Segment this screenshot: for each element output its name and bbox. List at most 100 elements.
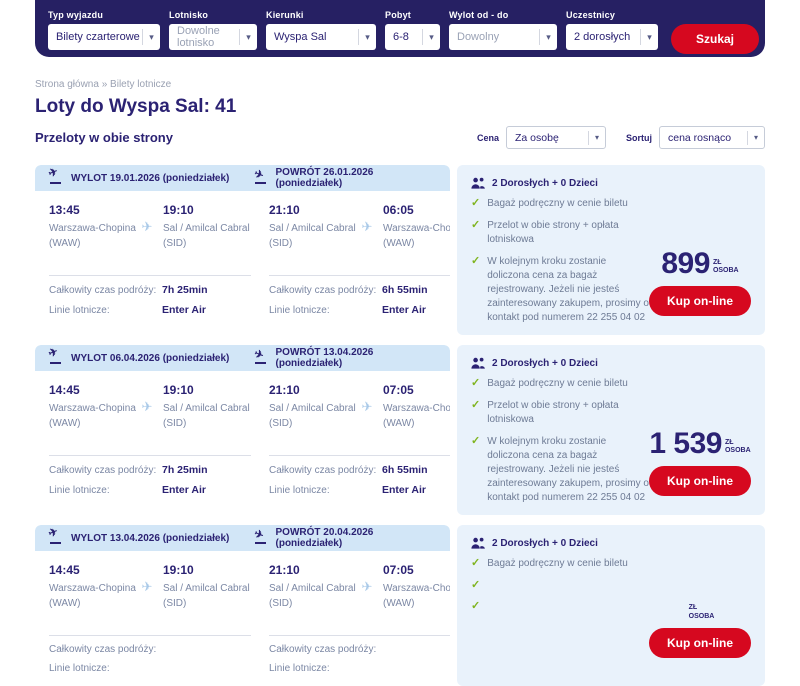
takeoff-icon: ✈ [47, 526, 63, 544]
select-value: cena rosnąco [668, 131, 732, 144]
departure-endpoint: 21:10 Sal / Amilcal Cabral (SID) [269, 563, 357, 611]
departure-time: 14:45 [49, 563, 80, 577]
flight-details-panel: ✈ WYLOT 06.04.2026 (poniedziałek) ✈ POWR… [35, 345, 450, 515]
duration-label: Całkowity czas podróży: [49, 644, 157, 655]
feature-text: Bagaż podręczny w cenie biletu [487, 558, 628, 569]
departure-range-select[interactable]: Dowolny ▾ [449, 24, 557, 50]
filter-participants: Uczestnicy 2 dorosłych ▾ [566, 10, 658, 50]
duration-value: 7h 25min [162, 284, 208, 296]
results-header-row: Przeloty w obie strony Cena Za osobę ▾ S… [35, 126, 765, 149]
arrival-endpoint: 07:05 Warszawa-Chopina (WAW) [383, 563, 450, 611]
passengers-row: 2 Dorosłych + 0 Dzieci [471, 537, 751, 549]
arrival-endpoint: 19:10 Sal / Amilcal Cabral (SID) [163, 563, 251, 611]
feature-item: ✓ Bagaż podręczny w cenie biletu [471, 557, 649, 571]
buy-online-button[interactable]: Kup on-line [649, 466, 751, 496]
airline-value: Enter Air [382, 484, 426, 496]
landing-icon: ✈ [251, 167, 266, 184]
arrival-airport: Warszawa-Chopina (WAW) [383, 583, 450, 609]
passengers-row: 2 Dorosłych + 0 Dzieci [471, 177, 751, 189]
return-date: POWRÓT 13.04.2026 (poniedziałek) [275, 347, 374, 369]
page-title: Loty do Wyspa Sal: 41 [35, 96, 237, 117]
passengers-text: 2 Dorosłych + 0 Dzieci [492, 177, 598, 189]
check-icon: ✓ [471, 399, 481, 411]
departure-time: 21:10 [269, 563, 300, 577]
stay-length-select[interactable]: 6-8 ▾ [385, 24, 440, 50]
chevron-down-icon: ▾ [747, 130, 764, 145]
departure-endpoint: 14:45 Warszawa-Chopina (WAW) [49, 383, 137, 431]
check-icon: ✓ [471, 435, 481, 447]
departure-airport: Sal / Amilcal Cabral (SID) [269, 403, 356, 429]
price-block: 899 ZŁ OSOBA Kup on-line [649, 247, 751, 325]
flight-card: ✈ WYLOT 13.04.2026 (poniedziałek) ✈ POWR… [35, 525, 765, 686]
departure-endpoint: 21:10 Sal / Amilcal Cabral (SID) [269, 203, 357, 251]
buy-online-button[interactable]: Kup on-line [649, 286, 751, 316]
filter-label: Kierunki [266, 10, 304, 20]
feature-item: ✓ Przelot w obie strony + opłata lotnisk… [471, 399, 649, 427]
flight-details-panel: ✈ WYLOT 19.01.2026 (poniedziałek) ✈ POWR… [35, 165, 450, 335]
return-header: ✈ POWRÓT 13.04.2026 (poniedziałek) [252, 347, 441, 369]
breadcrumb[interactable]: Strona główna » Bilety lotnicze [35, 79, 765, 90]
passengers-text: 2 Dorosłych + 0 Dzieci [492, 357, 598, 369]
arrival-time: 19:10 [163, 563, 194, 577]
feature-text: Bagaż podręczny w cenie biletu [487, 378, 628, 389]
plane-icon: ✈ [361, 579, 373, 594]
sort-select[interactable]: cena rosnąco ▾ [659, 126, 765, 149]
chevron-down-icon: ▾ [539, 29, 557, 45]
outbound-header: ✈ WYLOT 13.04.2026 (poniedziałek) [47, 526, 236, 544]
return-date: POWRÓT 26.01.2026 (poniedziałek) [275, 167, 374, 189]
people-icon [471, 537, 485, 549]
segments: 14:45 Warszawa-Chopina (WAW) ✈ 19:10 Sal… [35, 371, 450, 508]
trip-type-select[interactable]: Bilety czarterowe ▾ [48, 24, 160, 50]
destination-select[interactable]: Wyspa Sal ▾ [266, 24, 376, 50]
takeoff-icon: ✈ [47, 346, 63, 364]
check-icon: ✓ [471, 219, 481, 231]
airline-label: Linie lotnicze: [49, 485, 110, 496]
select-value: Dowolny [457, 31, 500, 43]
return-header: ✈ POWRÓT 20.04.2026 (poniedziałek) [252, 527, 441, 549]
arrival-time: 19:10 [163, 383, 194, 397]
route: 21:10 Sal / Amilcal Cabral (SID) ✈ 07:05… [269, 383, 450, 431]
airline-row: Linie lotnicze: Enter Air [269, 304, 450, 316]
filter-trip-type: Typ wyjazdu Bilety czarterowe ▾ [48, 10, 160, 50]
buy-online-button[interactable]: Kup on-line [649, 627, 751, 658]
offer-summary-panel: 2 Dorosłych + 0 Dzieci ✓ Bagaż podręczny… [457, 345, 765, 515]
select-value: 6-8 [393, 31, 409, 43]
filter-airport: Lotnisko Dowolne lotnisko ▾ [169, 10, 257, 50]
duration-label: Całkowity czas podróży: [49, 285, 157, 296]
plane-icon: ✈ [141, 579, 153, 594]
price-block: ZŁ OSOBA Kup on-line [649, 592, 751, 658]
participants-select[interactable]: 2 dorosłych ▾ [566, 24, 658, 50]
feature-item: ✓ [471, 579, 649, 592]
check-icon: ✓ [471, 557, 481, 569]
departure-time: 13:45 [49, 203, 80, 217]
passengers-row: 2 Dorosłych + 0 Dzieci [471, 357, 751, 369]
price: 1 539 ZŁ OSOBA [649, 429, 750, 459]
check-icon: ✓ [471, 377, 481, 389]
outbound-segment: 14:45 Warszawa-Chopina (WAW) ✈ 19:10 Sal… [49, 383, 251, 496]
filter-label: Typ wyjazdu [48, 10, 104, 20]
arrival-endpoint: 06:05 Warszawa-Chopina (WAW) [383, 203, 450, 251]
divider [49, 635, 251, 636]
arrival-airport: Sal / Amilcal Cabral (SID) [163, 223, 250, 249]
price-amount: 899 [661, 247, 710, 280]
flight-dates-band: ✈ WYLOT 13.04.2026 (poniedziałek) ✈ POWR… [35, 525, 450, 551]
divider [269, 635, 450, 636]
arrival-time: 07:05 [383, 563, 414, 577]
filter-destination: Kierunki Wyspa Sal ▾ [266, 10, 376, 50]
return-header: ✈ POWRÓT 26.01.2026 (poniedziałek) [251, 167, 441, 189]
duration-value: 6h 55min [382, 464, 428, 476]
price-mode-label: Cena [476, 132, 499, 143]
search-button[interactable]: Szukaj [671, 24, 759, 54]
filter-bar: Typ wyjazdu Bilety czarterowe ▾ Lotnisko… [35, 0, 765, 57]
price-mode-select[interactable]: Za osobę ▾ [506, 126, 606, 149]
baggage-note: ✓ W kolejnym kroku zostanie doliczona ce… [471, 435, 649, 505]
check-icon: ✓ [471, 255, 481, 267]
chevron-down-icon: ▾ [422, 29, 440, 45]
check-icon: ✓ [471, 600, 481, 613]
chevron-down-icon: ▾ [588, 130, 605, 145]
price-unit: ZŁ OSOBA [712, 259, 739, 275]
airport-select[interactable]: Dowolne lotnisko ▾ [169, 24, 257, 50]
route: 13:45 Warszawa-Chopina (WAW) ✈ 19:10 Sal… [49, 203, 251, 251]
duration-value: 6h 55min [382, 284, 428, 296]
takeoff-icon: ✈ [47, 166, 63, 184]
